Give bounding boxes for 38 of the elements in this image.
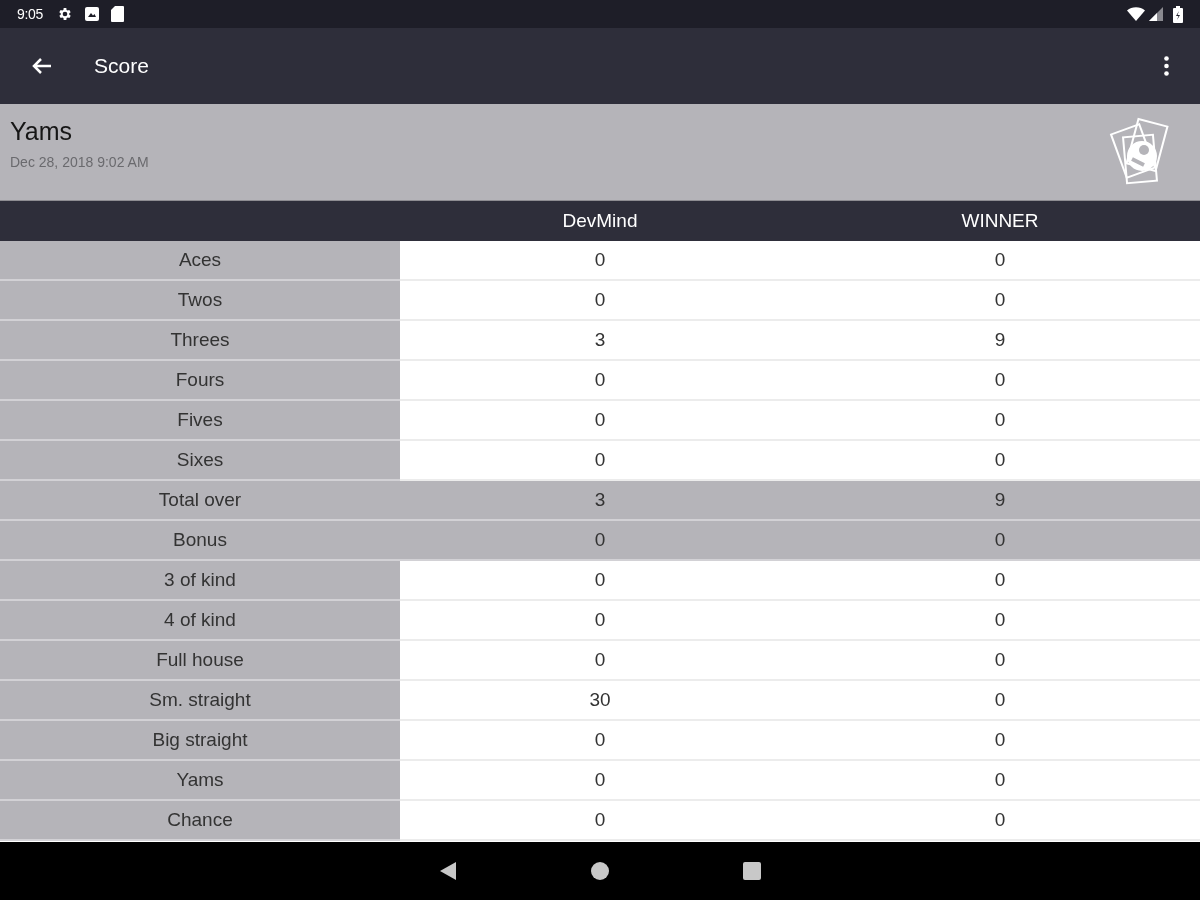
row-label-cell: Big straight	[0, 721, 400, 761]
row-label-cell: Sm. straight	[0, 681, 400, 721]
game-date: Dec 28, 2018 9:02 AM	[10, 153, 149, 172]
score-cell: 0	[400, 521, 800, 561]
row-label-cell: Bonus	[0, 521, 400, 561]
home-nav-button[interactable]	[590, 861, 610, 881]
sd-card-icon	[110, 6, 124, 22]
score-cell: 0	[800, 521, 1200, 561]
more-icon	[1163, 56, 1169, 76]
wifi-icon	[1127, 7, 1145, 21]
row-label-cell: Aces	[0, 241, 400, 281]
row-label-cell: Full house	[0, 641, 400, 681]
row-label-cell: Sixes	[0, 441, 400, 481]
row-label-cell: Twos	[0, 281, 400, 321]
row-label-cell: Fours	[0, 361, 400, 401]
back-nav-button[interactable]	[438, 861, 458, 881]
game-name: Yams	[10, 116, 74, 146]
clock-time: 9:05	[17, 4, 43, 24]
image-icon	[84, 7, 99, 21]
row-label-cell: Fives	[0, 401, 400, 441]
back-arrow-icon	[32, 57, 52, 75]
row-label-cell: Yams	[0, 761, 400, 801]
row-label-cell: 4 of kind	[0, 601, 400, 641]
column-header: WINNER	[961, 208, 1039, 233]
row-label-cell: Total over	[0, 481, 400, 521]
score-cell: 3	[400, 481, 800, 521]
screen-title: Score	[94, 53, 149, 80]
back-triangle-icon	[440, 862, 456, 880]
row-label-cell: Threes	[0, 321, 400, 361]
score-cell: 9	[800, 481, 1200, 521]
battery-icon	[1173, 5, 1183, 23]
column-header: DevMind	[562, 208, 638, 233]
home-circle-icon	[591, 862, 609, 880]
recents-nav-button[interactable]	[742, 861, 762, 881]
recents-square-icon	[743, 862, 761, 880]
row-label-cell: Chance	[0, 801, 400, 841]
row-label-cell: 3 of kind	[0, 561, 400, 601]
signal-icon	[1149, 7, 1163, 21]
